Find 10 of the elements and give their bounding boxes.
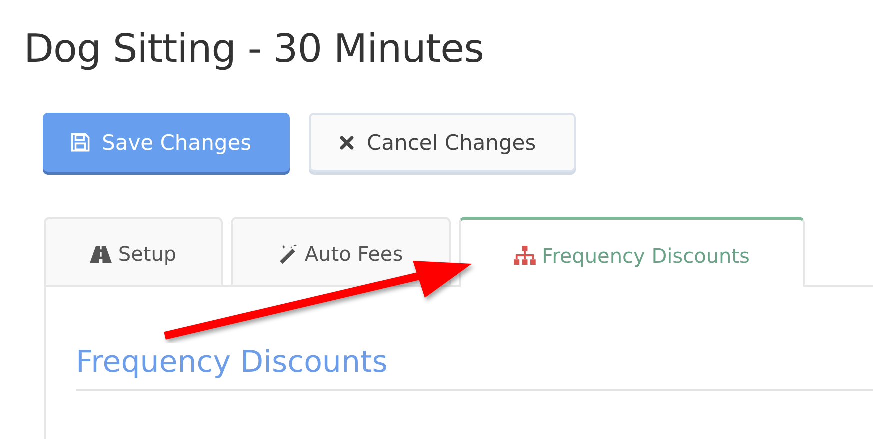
road-icon: [90, 246, 112, 262]
section-heading: Frequency Discounts: [76, 343, 873, 391]
close-icon: [339, 134, 355, 150]
tab[interactable]: Setup: [44, 217, 223, 285]
magic-wand-icon: [278, 244, 299, 264]
tab[interactable]: Auto Fees: [231, 217, 451, 285]
page-title: Dog Sitting - 30 Minutes: [23, 26, 485, 74]
save-icon: [71, 133, 90, 152]
sitemap-icon: [514, 246, 536, 265]
cancel-button[interactable]: Cancel Changes: [309, 113, 576, 172]
